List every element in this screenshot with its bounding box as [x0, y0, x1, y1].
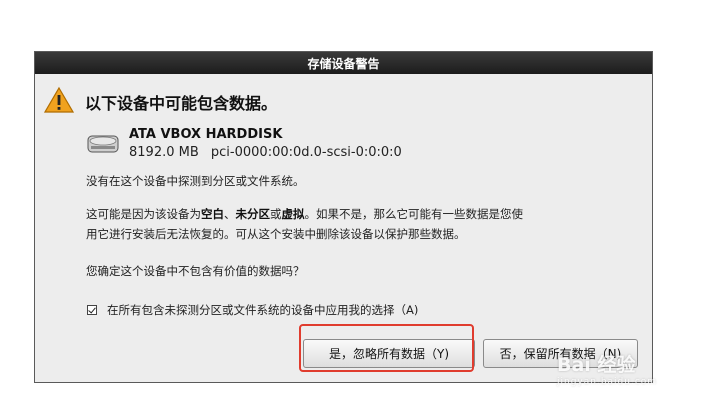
- disk-size: 8192.0 MB: [129, 145, 199, 160]
- dialog-titlebar: 存储设备警告: [35, 52, 652, 74]
- highlight-box: [299, 324, 474, 372]
- explanation-bold-virtual: 虚拟: [281, 207, 305, 221]
- watermark-subtext: jingyan.baidu.com: [557, 376, 658, 387]
- explanation-text-line2: 用它进行安装后无法恢复的。可从这个安装中删除该设备以保护那些数据。: [86, 227, 466, 241]
- explanation-message: 这可能是因为该设备为空白、未分区或虚拟。如果不是，那么它可能有一些数据是您使 用…: [86, 204, 626, 244]
- watermark-text: Bai 经验: [557, 353, 636, 376]
- apply-all-checkbox[interactable]: [87, 305, 97, 315]
- dialog-title: 存储设备警告: [307, 56, 380, 71]
- dialog-heading: 以下设备中可能包含数据。: [85, 94, 278, 113]
- explanation-text: 。如果不是，那么它可能有一些数据是您使: [304, 207, 524, 221]
- harddisk-icon: [87, 135, 119, 153]
- explanation-sep: 、: [224, 207, 236, 221]
- explanation-sep: 或: [270, 207, 282, 221]
- disk-path: pci-0000:00:0d.0-scsi-0:0:0:0: [210, 145, 402, 160]
- disk-name: ATA VBOX HARDDISK: [129, 127, 283, 142]
- apply-all-option[interactable]: 在所有包含未探测分区或文件系统的设备中应用我的选择（A): [87, 302, 418, 318]
- warning-icon: [44, 86, 74, 113]
- confirm-question: 您确定这个设备中不包含有价值的数据吗？: [86, 264, 305, 278]
- baidu-watermark: Bai 经验 jingyan.baidu.com: [557, 348, 697, 388]
- explanation-bold-blank: 空白: [201, 207, 224, 221]
- explanation-bold-unpartitioned: 未分区: [235, 207, 271, 221]
- disk-info: 8192.0 MB pci-0000:00:0d.0-scsi-0:0:0:0: [129, 145, 402, 160]
- explanation-text: 这可能是因为该设备为: [86, 207, 201, 221]
- apply-all-label: 在所有包含未探测分区或文件系统的设备中应用我的选择（A): [107, 303, 419, 317]
- no-partition-message: 没有在这个设备中探测到分区或文件系统。: [86, 174, 305, 188]
